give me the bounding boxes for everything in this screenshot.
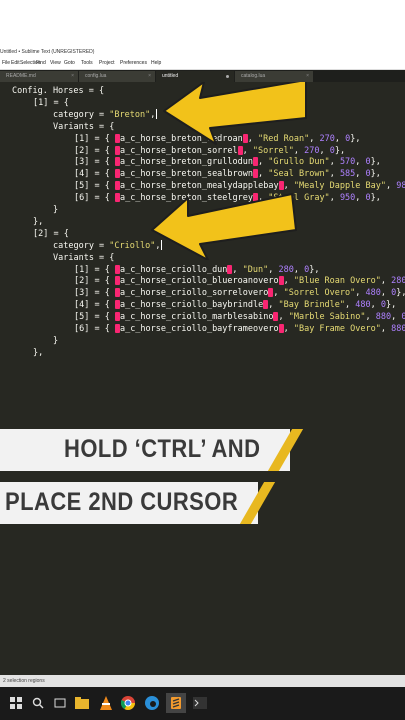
code-line-close: } (53, 205, 59, 215)
code-line-close: }, (33, 347, 44, 358)
search-icon[interactable] (30, 695, 46, 711)
overlay-line-2: PLACE 2ND CURSOR (5, 488, 239, 516)
menu-edit[interactable]: Edit (11, 60, 20, 66)
arrow-pointer-icon (151, 193, 297, 260)
status-text: 2 selection regions (3, 678, 45, 684)
code-editor[interactable]: Config. Horses = {[1] = {category = "Bre… (0, 82, 405, 675)
code-line-variant: [3] = { a_c_horse_breton_grullodun, "Gru… (74, 157, 381, 168)
os-taskbar (0, 687, 405, 720)
tab-label: config.lua (85, 73, 107, 79)
tab-label: README.md (6, 73, 36, 79)
menu-view[interactable]: View (50, 60, 61, 66)
menu-help[interactable]: Help (151, 60, 161, 66)
menu-find[interactable]: Find (36, 60, 46, 66)
code-line-variant: [3] = { a_c_horse_criollo_sorrelovero, "… (74, 288, 405, 299)
code-line-variant: [5] = { a_c_horse_criollo_marblesabino, … (74, 312, 405, 323)
code-line-variant: [4] = { a_c_horse_criollo_baybrindle, "B… (74, 300, 397, 311)
code-line-variant: [1] = { a_c_horse_criollo_dun, "Dun", 28… (74, 264, 320, 275)
file-explorer-icon[interactable] (74, 695, 90, 711)
chrome-icon[interactable] (120, 695, 136, 711)
code-line-variants: Variants = { (53, 121, 115, 132)
menu-goto[interactable]: Goto (64, 60, 75, 66)
menu-project[interactable]: Project (99, 60, 115, 66)
code-line-category: category = "Breton", (53, 109, 158, 120)
code-line-header: Config. Horses = { (12, 86, 105, 96)
tab-untitled[interactable]: untitled (156, 71, 234, 82)
code-line-variants: Variants = { (53, 252, 115, 263)
tab-readme[interactable]: README.md × (0, 71, 78, 82)
code-line-close: } (53, 335, 59, 346)
tab-config[interactable]: config.lua × (79, 71, 155, 82)
tab-label: untitled (162, 73, 179, 79)
code-line-category: category = "Criollo", (53, 240, 163, 251)
code-line-variant: [4] = { a_c_horse_breton_sealbrown, "Sea… (74, 169, 381, 180)
task-view-icon[interactable] (52, 695, 68, 711)
tab-bar: README.md × config.lua × untitled catalo… (0, 70, 405, 82)
code-line-block-open: [2] = { (33, 228, 69, 239)
window-titlebar: Untitled • Sublime Text (UNREGISTERED) (0, 0, 405, 56)
code-line-block-open: [1] = { (33, 97, 69, 108)
code-line-close: }, (33, 216, 44, 227)
code-line-variant: [6] = { a_c_horse_criollo_bayframeovero,… (74, 324, 405, 334)
edge-icon[interactable] (144, 695, 160, 711)
vlc-icon[interactable] (98, 695, 114, 711)
menu-tools[interactable]: Tools (81, 60, 93, 66)
unsaved-dot-icon[interactable] (226, 75, 229, 78)
terminal-icon[interactable] (192, 695, 208, 711)
overlay-line-1: HOLD ‘CTRL’ AND (64, 435, 261, 463)
close-icon[interactable]: × (306, 71, 309, 82)
sublime-icon[interactable] (166, 693, 186, 713)
close-icon[interactable]: × (71, 71, 74, 82)
tab-catalog[interactable]: catalog.lua × (235, 71, 313, 82)
menu-file[interactable]: File (2, 60, 10, 66)
window-title: Untitled • Sublime Text (UNREGISTERED) (0, 49, 95, 55)
windows-start-icon[interactable] (8, 695, 24, 711)
code-line-variant: [2] = { a_c_horse_criollo_blueroanovero,… (74, 276, 405, 287)
status-bar: 2 selection regions (0, 675, 405, 687)
close-icon[interactable]: × (148, 71, 151, 82)
menu-preferences[interactable]: Preferences (120, 60, 147, 66)
arrow-pointer-icon (163, 82, 307, 145)
tab-label: catalog.lua (241, 73, 266, 79)
menu-bar: File Edit Selection Find View Goto Tools… (0, 56, 405, 70)
